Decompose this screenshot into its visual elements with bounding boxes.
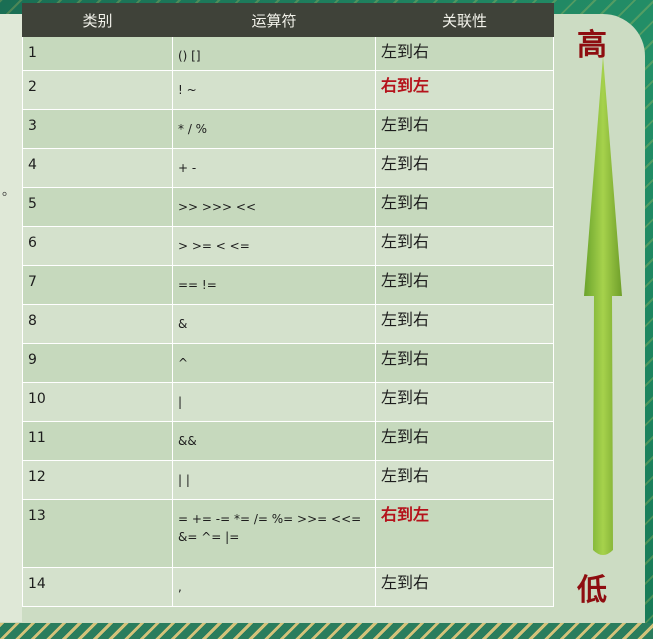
- header-associativity: 关联性: [375, 3, 554, 37]
- operator-cell: () []: [172, 36, 376, 71]
- operator-cell: = += -= *= /= %= >>= <<= &= ^= |=: [172, 499, 376, 568]
- associativity-cell: 左到右: [375, 460, 554, 500]
- header-category: 类别: [22, 3, 173, 37]
- category-cell: 9: [22, 343, 173, 383]
- table-row: 11 && 左到右: [22, 421, 554, 461]
- associativity-cell: 右到左: [375, 499, 554, 568]
- left-margin-char: 。: [2, 184, 16, 199]
- associativity-cell: 左到右: [375, 343, 554, 383]
- header-operator: 运算符: [172, 3, 376, 37]
- associativity-cell: 右到左: [375, 70, 554, 110]
- operator-cell: ^: [172, 343, 376, 383]
- table-row: 5 >> >>> << 左到右: [22, 187, 554, 227]
- category-cell: 3: [22, 109, 173, 149]
- table-row: 2! ~ 右到左: [22, 70, 554, 110]
- associativity-cell: 左到右: [375, 187, 554, 227]
- category-cell: 14: [22, 567, 173, 607]
- category-cell: 11: [22, 421, 173, 461]
- operator-cell: * / %: [172, 109, 376, 149]
- table-row: 10 | 左到右: [22, 382, 554, 422]
- priority-arrow: [584, 56, 622, 555]
- category-cell: 10: [22, 382, 173, 422]
- associativity-cell: 左到右: [375, 421, 554, 461]
- operator-cell: + -: [172, 148, 376, 188]
- category-cell: 13: [22, 499, 173, 568]
- category-cell: 8: [22, 304, 173, 344]
- table-row: 7 == != 左到右: [22, 265, 554, 305]
- table-row: 3 * / % 左到右: [22, 109, 554, 149]
- category-cell: 7: [22, 265, 173, 305]
- associativity-cell: 左到右: [375, 567, 554, 607]
- table-row: 1() [] 左到右: [22, 36, 554, 71]
- category-cell: 4: [22, 148, 173, 188]
- associativity-cell: 左到右: [375, 265, 554, 305]
- operator-cell: &: [172, 304, 376, 344]
- operator-cell: &&: [172, 421, 376, 461]
- table-row: 12 | | 左到右: [22, 460, 554, 500]
- associativity-cell: 左到右: [375, 226, 554, 266]
- category-cell: 5: [22, 187, 173, 227]
- operator-cell: > >= < <=: [172, 226, 376, 266]
- table-row: 13 = += -= *= /= %= >>= <<= &= ^= |= 右到左: [22, 499, 554, 568]
- table-row: 9 ^ 左到右: [22, 343, 554, 383]
- associativity-cell: 左到右: [375, 382, 554, 422]
- associativity-cell: 左到右: [375, 36, 554, 71]
- table-row: 6 > >= < <= 左到右: [22, 226, 554, 266]
- table-header-row: 类别 运算符 关联性: [22, 3, 554, 37]
- associativity-cell: 左到右: [375, 109, 554, 149]
- operator-cell: >> >>> <<: [172, 187, 376, 227]
- table-row: 14, 左到右: [22, 567, 554, 607]
- operator-cell: ,: [172, 567, 376, 607]
- operator-precedence-table: 类别 运算符 关联性 1() [] 左到右 2! ~ 右到左 3 * / % 左到右 4 + -…: [22, 3, 554, 607]
- left-text-strip: 。: [0, 14, 22, 622]
- table-row: 4 + - 左到右: [22, 148, 554, 188]
- bottom-decor-band: [0, 623, 653, 639]
- operator-cell: | |: [172, 460, 376, 500]
- associativity-cell: 左到右: [375, 148, 554, 188]
- associativity-cell: 左到右: [375, 304, 554, 344]
- category-cell: 6: [22, 226, 173, 266]
- category-cell: 1: [22, 36, 173, 71]
- arrow-shape: [584, 56, 622, 555]
- operator-cell: ! ~: [172, 70, 376, 110]
- category-cell: 12: [22, 460, 173, 500]
- category-cell: 2: [22, 70, 173, 110]
- priority-low-label: 低: [577, 573, 607, 608]
- table-row: 8 & 左到右: [22, 304, 554, 344]
- operator-cell: == !=: [172, 265, 376, 305]
- operator-cell: |: [172, 382, 376, 422]
